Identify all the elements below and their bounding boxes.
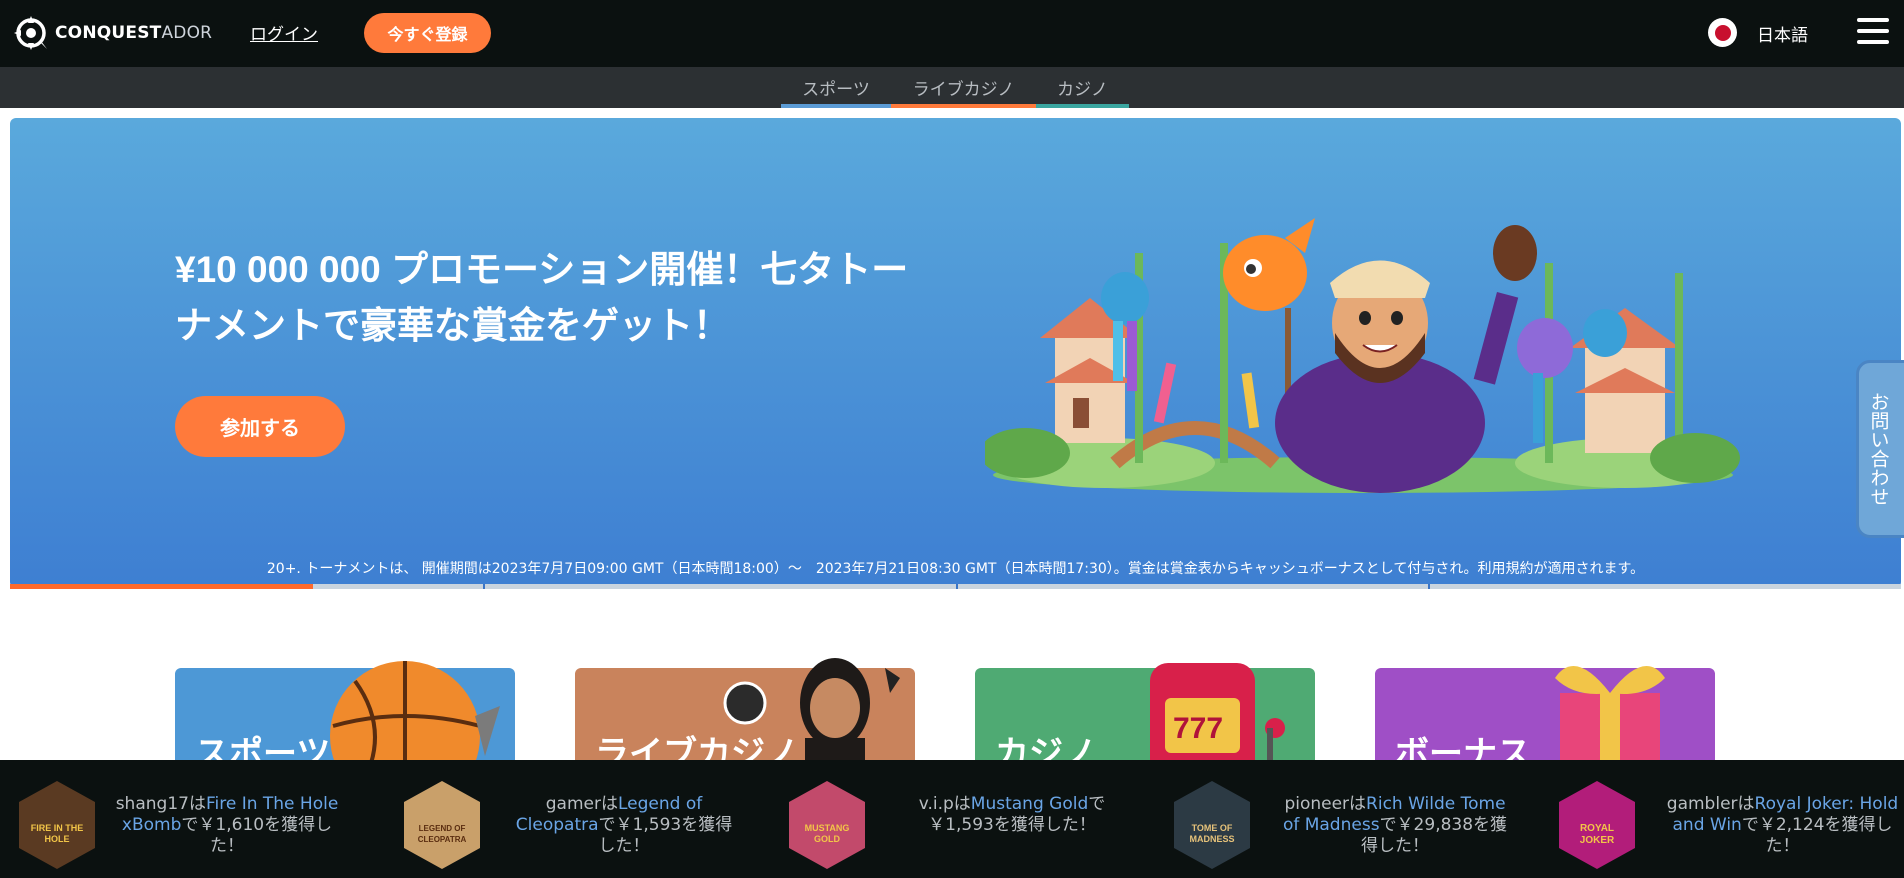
svg-text:HOLE: HOLE: [44, 834, 69, 844]
winner-prefix: は: [188, 794, 206, 814]
nav-tab-label: スポーツ: [802, 80, 870, 100]
flag-sun: [1714, 24, 1731, 41]
winner-amount: で￥1,610を獲得した！: [181, 815, 333, 856]
contact-tab[interactable]: お問い合わせ: [1856, 360, 1904, 538]
tanabata-illustration: [985, 218, 1740, 493]
winner-game-thumbnail[interactable]: ROYAL JOKER: [1557, 779, 1637, 871]
svg-text:MADNESS: MADNESS: [1189, 834, 1234, 844]
register-button[interactable]: 今すぐ登録: [364, 13, 491, 53]
winner-game-link[interactable]: Mustang Gold: [971, 794, 1088, 814]
hero-title: ¥10 000 000 プロモーション開催！七タトーナメントで豪華な賞金をゲット…: [175, 249, 909, 346]
menu-icon[interactable]: [1857, 18, 1889, 46]
fire-in-the-hole-icon: FIRE IN THEHOLE: [19, 781, 95, 869]
logo-wordmark: CONQUESTADOR: [55, 23, 212, 43]
svg-text:ROYAL: ROYAL: [1580, 823, 1614, 834]
svg-text:TOME OF: TOME OF: [1192, 823, 1233, 833]
winner-entry: gamerはLegend of Cleopatraで￥1,593を獲得した！: [509, 794, 739, 857]
carousel-tick: [482, 584, 485, 589]
svg-text:777: 777: [1173, 712, 1223, 745]
tome-of-madness-icon: TOME OFMADNESS: [1174, 781, 1250, 869]
svg-text:CLEOPATRA: CLEOPATRA: [418, 835, 467, 844]
mustang-gold-icon: MUSTANGGOLD: [789, 781, 865, 869]
winner-prefix: は: [953, 794, 971, 814]
winner-prefix: は: [1349, 794, 1367, 814]
carousel-progress[interactable]: [10, 584, 1901, 589]
winner-amount: で￥1,593を獲得した！: [598, 815, 733, 856]
winner-game-thumbnail[interactable]: FIRE IN THE HOLE: [17, 779, 97, 871]
nav-tab-underline: [1036, 104, 1129, 108]
winner-amount: で￥2,124を獲得した！: [1741, 815, 1893, 856]
nav-tab-live-casino[interactable]: ライブカジノ: [891, 67, 1036, 108]
join-button[interactable]: 参加する: [175, 396, 345, 457]
nav-tab-sports[interactable]: スポーツ: [781, 67, 891, 108]
svg-text:LEGEND OF: LEGEND OF: [419, 824, 466, 833]
winner-entry: shang17はFire In The Hole xBombで￥1,610を獲得…: [112, 794, 342, 857]
nav-tab-label: ライブカジノ: [912, 80, 1015, 100]
carousel-tick: [1428, 584, 1431, 589]
carousel-progress-fill: [10, 584, 313, 589]
site-logo[interactable]: CONQUESTADOR: [13, 15, 212, 51]
winner-game-thumbnail[interactable]: LEGEND OF CLEOPATRA: [402, 779, 482, 871]
hero-disclaimer: 20+. トーナメントは、 開催期間は2023年7月7日09:00 GMT（日本…: [266, 561, 1645, 577]
winner-entry: gamblerはRoyal Joker: Hold and Winで￥2,124…: [1665, 794, 1900, 857]
svg-text:GOLD: GOLD: [814, 834, 840, 844]
winner-entry: pioneerはRich Wilde Tome of Madnessで￥29,8…: [1280, 794, 1510, 857]
nav-tab-casino[interactable]: カジノ: [1036, 67, 1129, 108]
winner-prefix: は: [1737, 794, 1755, 814]
winner-user: v.i.p: [918, 794, 954, 814]
winner-amount: で￥29,838を獲得した！: [1361, 815, 1508, 856]
svg-text:JOKER: JOKER: [1580, 835, 1615, 846]
winner-user: pioneer: [1284, 794, 1350, 814]
winner-user: shang17: [115, 794, 189, 814]
nav-tab-underline: [781, 104, 891, 108]
language-selector[interactable]: 日本語: [1757, 21, 1808, 46]
winner-game-thumbnail[interactable]: TOME OF MADNESS: [1172, 779, 1252, 871]
svg-text:MUSTANG: MUSTANG: [805, 823, 850, 833]
royal-joker-icon: ROYALJOKER: [1559, 781, 1635, 869]
compass-logo-icon: [14, 16, 47, 50]
winner-entry: v.i.pはMustang Goldで￥1,593を獲得した！: [897, 794, 1127, 836]
nav-tab-underline: [891, 104, 1036, 108]
svg-text:FIRE IN THE: FIRE IN THE: [31, 823, 84, 833]
logo-secondary: ADOR: [161, 23, 213, 43]
winner-game-thumbnail[interactable]: MUSTANG GOLD: [787, 779, 867, 871]
recent-winners-bar: FIRE IN THE HOLE shang17はFire In The Hole…: [0, 760, 1904, 878]
logo-primary: CONQUEST: [55, 23, 162, 43]
nav-tab-label: カジノ: [1057, 80, 1108, 100]
login-link[interactable]: ログイン: [250, 20, 318, 45]
hero-banner[interactable]: ¥10 000 000 プロモーション開催！七タトーナメントで豪華な賞金をゲット…: [10, 118, 1901, 588]
winner-prefix: は: [600, 794, 618, 814]
winner-user: gambler: [1666, 794, 1738, 814]
page: CONQUESTADOR ログイン 今すぐ登録 日本語 スポーツ ライブカジノ …: [0, 0, 1904, 878]
product-nav: スポーツ ライブカジノ カジノ: [0, 67, 1904, 108]
legend-of-cleopatra-icon: LEGEND OF CLEOPATRA: [404, 781, 480, 869]
top-header: CONQUESTADOR ログイン 今すぐ登録 日本語: [0, 0, 1904, 67]
japan-flag-icon[interactable]: [1708, 18, 1737, 47]
carousel-tick: [955, 584, 958, 589]
winner-user: gamer: [545, 794, 601, 814]
